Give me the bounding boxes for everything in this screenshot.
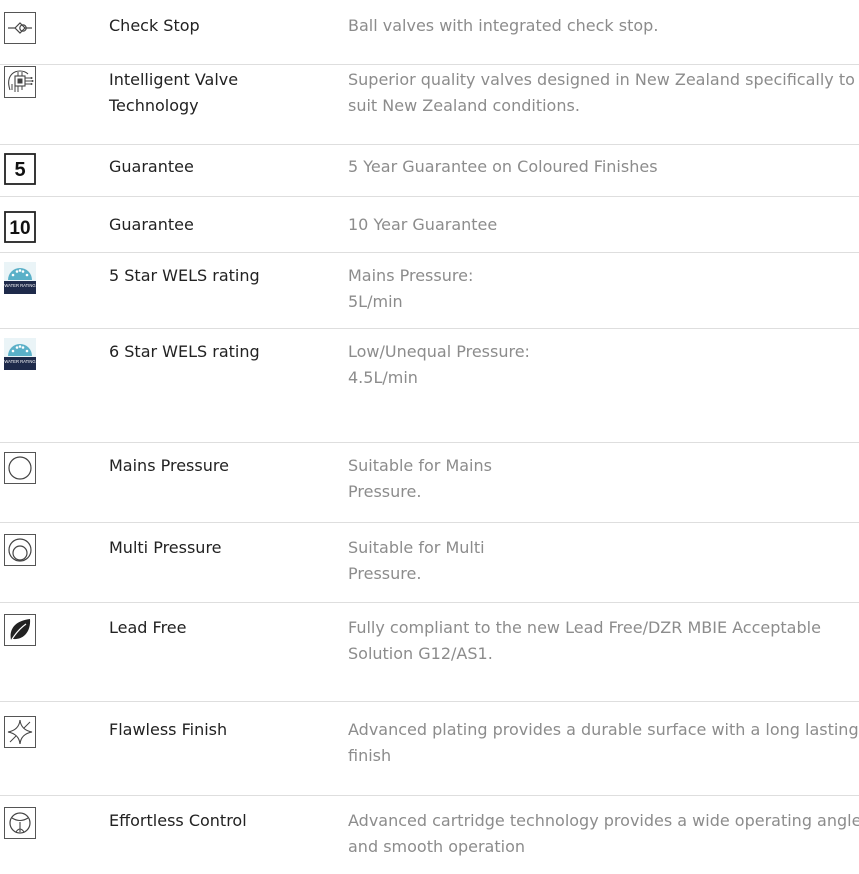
divider: [0, 252, 859, 253]
divider: [0, 328, 859, 329]
feature-description: Low/Unequal Pressure: 4.5L/min: [348, 339, 859, 391]
feature-description: Ball valves with integrated check stop.: [348, 16, 659, 35]
feature-description: Superior quality valves designed in New …: [348, 70, 855, 115]
divider: [0, 144, 859, 145]
feature-name: Effortless Control: [109, 811, 247, 830]
feature-description-line: Pressure.: [348, 482, 422, 501]
feature-name: Lead Free: [109, 618, 187, 637]
flawless-finish-icon: [4, 716, 36, 748]
feature-description-line: Mains Pressure:: [348, 266, 474, 285]
guarantee-10-icon-text: 10: [9, 218, 30, 239]
guarantee-5-icon: 5: [4, 153, 36, 185]
effortless-control-icon: [4, 807, 36, 839]
feature-description: Fully compliant to the new Lead Free/DZR…: [348, 618, 821, 663]
divider: [0, 795, 859, 796]
feature-name: Flawless Finish: [109, 720, 228, 739]
feature-description-line: 5L/min: [348, 292, 403, 311]
feature-name: Mains Pressure: [109, 456, 229, 475]
divider: [0, 196, 859, 197]
divider: [0, 522, 859, 523]
feature-description-line: Low/Unequal Pressure:: [348, 342, 530, 361]
feature-description: Advanced cartridge technology provides a…: [348, 811, 859, 856]
feature-description: Advanced plating provides a durable surf…: [348, 720, 859, 765]
leaf-icon: [4, 614, 36, 646]
divider: [0, 701, 859, 702]
feature-description-line: Pressure.: [348, 564, 422, 583]
wels-rating-icon: WATER RATING: [4, 338, 36, 370]
feature-name: 5 Star WELS rating: [109, 266, 260, 285]
feature-description-line: Suitable for Mains: [348, 456, 492, 475]
mains-pressure-icon: [4, 452, 36, 484]
wels-rating-icon: WATER RATING: [4, 262, 36, 294]
wels-icon-text: WATER RATING: [4, 359, 35, 364]
feature-name: Guarantee: [109, 157, 194, 176]
feature-description: Mains Pressure: 5L/min: [348, 263, 859, 315]
multi-pressure-icon: [4, 534, 36, 566]
feature-name: Intelligent Valve Technology: [109, 70, 239, 115]
guarantee-10-icon: 10: [4, 211, 36, 243]
wels-icon-text: WATER RATING: [4, 283, 35, 288]
guarantee-5-icon-text: 5: [14, 159, 25, 181]
feature-description-line: 4.5L/min: [348, 368, 418, 387]
intelligent-valve-icon: [4, 66, 36, 98]
feature-description: 5 Year Guarantee on Coloured Finishes: [348, 157, 658, 176]
divider: [0, 442, 859, 443]
feature-name: Check Stop: [109, 16, 200, 35]
feature-name: Guarantee: [109, 215, 194, 234]
feature-description-line: Suitable for Multi: [348, 538, 485, 557]
feature-description: Suitable for Mains Pressure.: [348, 453, 859, 505]
feature-description: Suitable for Multi Pressure.: [348, 535, 859, 587]
feature-name: Multi Pressure: [109, 538, 222, 557]
divider: [0, 602, 859, 603]
feature-name: 6 Star WELS rating: [109, 342, 260, 361]
feature-description: 10 Year Guarantee: [348, 215, 498, 234]
divider: [0, 64, 859, 65]
features-list: Check Stop Ball valves with integrated c…: [0, 0, 859, 874]
check-stop-icon: [4, 12, 36, 44]
